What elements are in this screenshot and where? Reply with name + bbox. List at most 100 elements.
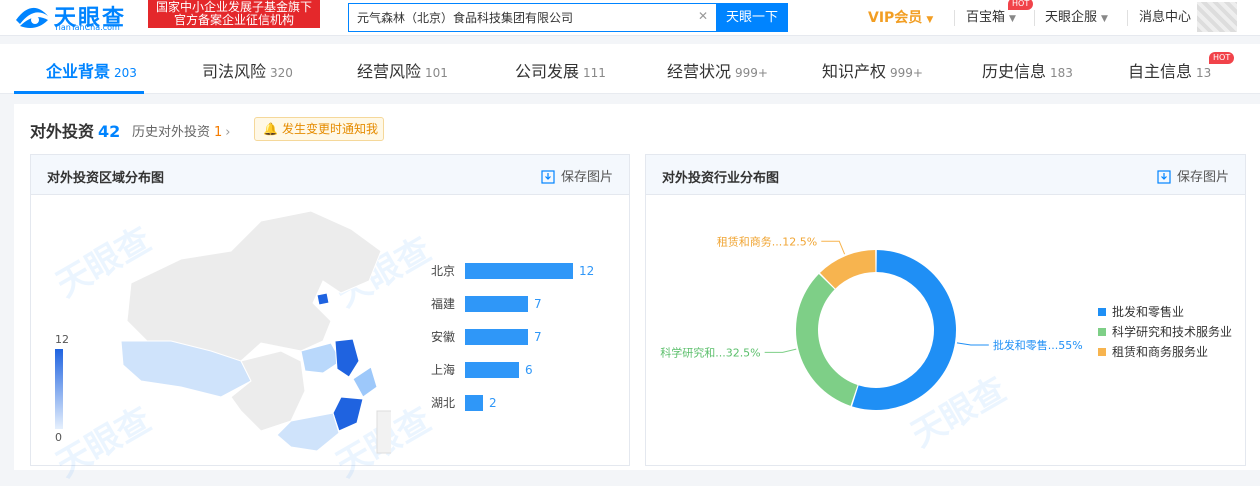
tab-label: 公司发展 (515, 62, 580, 81)
bar-value-label: 2 (489, 396, 497, 410)
avatar[interactable] (1197, 2, 1237, 32)
top-header: 天眼查 TianYanCha.com 国家中小企业发展子基金旗下 官方备案企业征… (0, 0, 1260, 36)
search-button[interactable]: 天眼一下 (716, 3, 788, 32)
map-region-beijing (316, 292, 330, 306)
bar[interactable] (465, 362, 519, 378)
tab-business-status[interactable]: 经营状况 999+ (667, 58, 768, 82)
bar-value-label: 6 (525, 363, 533, 377)
tab-label: 知识产权 (822, 62, 887, 81)
map-region-zhejiang (352, 366, 378, 398)
map-region-anhui (334, 338, 360, 378)
map-inset-south-sea (376, 410, 391, 454)
enterprise-menu[interactable]: 天眼企服 ▼ (1045, 8, 1108, 28)
tab-count: 183 (1050, 66, 1073, 80)
bell-icon: 🔔 (263, 122, 278, 136)
tab-judicial-risk[interactable]: 司法风险 320 (202, 58, 293, 82)
slice-leader-line (821, 240, 846, 255)
tab-count: 203 (114, 66, 137, 80)
legend-item[interactable]: 科学研究和技术服务业 (1098, 323, 1232, 340)
gov-badge: 国家中小企业发展子基金旗下 官方备案企业征信机构 (148, 0, 320, 28)
treasure-menu[interactable]: 百宝箱 ▼ (966, 8, 1016, 28)
notify-button[interactable]: 🔔 发生变更时通知我 (254, 117, 384, 141)
tab-count: 999+ (735, 66, 768, 80)
tab-company-development[interactable]: 公司发展 111 (515, 58, 606, 82)
bar[interactable] (465, 263, 573, 279)
card-title: 对外投资行业分布图 (662, 171, 780, 186)
logo[interactable]: 天眼查 TianYanCha.com (8, 2, 148, 32)
enterprise-label: 天眼企服 (1045, 10, 1098, 25)
bar-category-label: 福建 (431, 296, 455, 311)
search-input[interactable] (349, 4, 689, 31)
slice-label: 批发和零售...55% (993, 338, 1083, 352)
legend-item[interactable]: 租赁和商务服务业 (1098, 343, 1208, 360)
chevron-down-icon: ▼ (1101, 14, 1108, 24)
chevron-right-icon: › (225, 125, 231, 140)
slice-leader-line (764, 348, 797, 353)
bar-category-label: 北京 (431, 264, 455, 278)
bar[interactable] (465, 296, 528, 312)
logo-eye-icon (16, 7, 48, 28)
tab-count: 111 (583, 66, 606, 80)
messages-link[interactable]: 消息中心 (1139, 8, 1191, 28)
donut-slice[interactable] (820, 250, 876, 289)
tab-label: 司法风险 (202, 62, 267, 81)
history-count: 1 (214, 125, 223, 140)
tab-label: 经营状况 (667, 62, 732, 81)
tab-count: 320 (270, 66, 293, 80)
legend-label: 批发和零售业 (1112, 305, 1185, 319)
bar-category-label: 上海 (431, 362, 455, 377)
active-tab-indicator (14, 91, 144, 94)
region-distribution-card: 对外投资区域分布图 保存图片 天眼查 天眼查 天眼查 天眼查 12 0 北京12… (30, 154, 630, 485)
download-icon (1157, 170, 1171, 184)
legend-item[interactable]: 批发和零售业 (1098, 303, 1184, 320)
section-title: 对外投资 42 (30, 118, 120, 142)
legend-label: 租赁和商务服务业 (1112, 345, 1209, 359)
history-investment-link[interactable]: 历史对外投资 1 › (132, 121, 231, 140)
bar[interactable] (465, 395, 483, 411)
treasure-label: 百宝箱 (966, 10, 1006, 25)
tab-bar: 企业背景 203 司法风险 320 经营风险 101 公司发展 111 经营状况 999+… (0, 44, 1260, 94)
gov-badge-line2: 官方备案企业征信机构 (173, 13, 294, 27)
tab-intellectual-property[interactable]: 知识产权 999+ (822, 58, 923, 82)
hot-badge: HOT (1008, 0, 1034, 10)
card-header: 对外投资行业分布图 保存图片 (646, 155, 1245, 195)
download-icon (541, 170, 555, 184)
slice-label: 租赁和商务...12.5% (717, 234, 817, 248)
tab-history-info[interactable]: 历史信息 183 (982, 58, 1073, 82)
save-image-button[interactable]: 保存图片 (541, 166, 613, 185)
section-title-text: 对外投资 (30, 122, 95, 141)
vip-menu[interactable]: VIP会员 ▼ (868, 8, 933, 28)
tab-label: 经营风险 (357, 62, 422, 81)
map-region-southwest (230, 350, 306, 432)
card-header: 对外投资区域分布图 保存图片 (31, 155, 629, 195)
tab-label: 自主信息 (1128, 62, 1193, 81)
bar-category-label: 安徽 (431, 329, 455, 344)
section-count: 42 (98, 122, 121, 141)
donut-slice[interactable] (796, 273, 858, 406)
map-region-fujian (332, 396, 364, 432)
card-title: 对外投资区域分布图 (47, 171, 165, 186)
chevron-down-icon: ▼ (1009, 14, 1016, 24)
tab-count: 101 (425, 66, 448, 80)
tab-count: 13 (1196, 66, 1212, 80)
tab-count: 999+ (890, 66, 923, 80)
clear-icon[interactable]: ✕ (698, 9, 708, 23)
bar[interactable] (465, 329, 528, 345)
slice-leader-line (956, 342, 989, 346)
chevron-down-icon: ▼ (926, 15, 934, 25)
notify-label: 发生变更时通知我 (281, 122, 378, 136)
save-image-button[interactable]: 保存图片 (1157, 166, 1229, 185)
tab-company-background[interactable]: 企业背景 203 (46, 58, 137, 82)
scale-min-label: 0 (55, 431, 62, 444)
tab-self-info[interactable]: 自主信息 13 (1128, 58, 1211, 82)
tab-label: 历史信息 (982, 62, 1047, 81)
save-label: 保存图片 (1176, 170, 1229, 185)
tab-operation-risk[interactable]: 经营风险 101 (357, 58, 448, 82)
history-label: 历史对外投资 (132, 125, 211, 140)
donut-slice[interactable] (852, 250, 956, 410)
scale-max-label: 12 (55, 333, 69, 346)
legend-swatch (1098, 348, 1106, 356)
industry-donut-chart: 批发和零售...55% 科学研究和...32.5% 租赁和商务...12.5% (660, 234, 1083, 410)
divider (954, 10, 955, 26)
region-bar-chart: 北京 12 福建 7 安徽 7 上海 6 湖北 2 (431, 263, 594, 411)
